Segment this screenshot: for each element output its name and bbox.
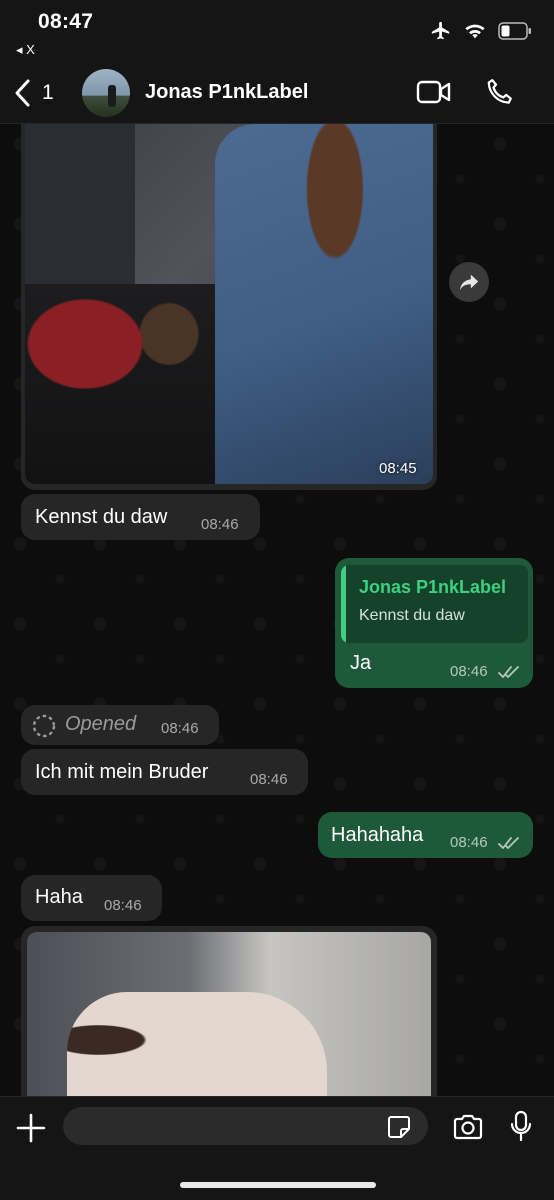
status-icons: [430, 20, 532, 42]
message-time: 08:46: [161, 720, 199, 737]
voice-call-button[interactable]: [484, 77, 514, 112]
message-text: Kennst du daw: [35, 506, 168, 528]
avatar[interactable]: [82, 69, 130, 117]
view-once-label: Opened: [65, 713, 137, 735]
message-text: Ja: [350, 652, 372, 674]
microphone-icon: [510, 1110, 532, 1142]
message-time: 08:45: [379, 460, 417, 477]
airplane-icon: [431, 21, 450, 40]
microphone-button[interactable]: [510, 1110, 532, 1147]
video-call-icon: [416, 80, 451, 104]
forward-button[interactable]: [449, 262, 489, 302]
message-text: Hahahaha: [331, 824, 424, 846]
plus-icon: [16, 1113, 46, 1143]
attach-button[interactable]: [16, 1113, 46, 1148]
quoted-author: Jonas P1nkLabel: [359, 577, 507, 597]
message-time: 08:46: [250, 771, 288, 788]
back-button[interactable]: 1: [14, 78, 54, 108]
chat-header: 1 Jonas P1nkLabel: [0, 64, 554, 124]
home-indicator[interactable]: [180, 1182, 376, 1188]
video-call-button[interactable]: [416, 79, 452, 110]
back-chevron-icon: [15, 79, 30, 107]
message-text: Haha: [35, 886, 83, 908]
message-text: Ich mit mein Bruder: [35, 761, 209, 783]
status-time: 08:47: [38, 10, 94, 33]
camera-button[interactable]: [452, 1113, 484, 1146]
message-time: 08:46: [450, 663, 488, 680]
message-time: 08:46: [201, 516, 239, 533]
battery-icon: [498, 22, 531, 40]
message-time: 08:46: [450, 834, 488, 851]
contact-name[interactable]: Jonas P1nkLabel: [145, 81, 308, 104]
quoted-message[interactable]: Jonas P1nkLabel Kennst du daw: [341, 565, 528, 643]
unread-count: 1: [42, 81, 54, 104]
message-input[interactable]: [63, 1107, 428, 1145]
quote-accent-bar: [341, 565, 346, 643]
sticker-button[interactable]: [386, 1114, 412, 1145]
camera-icon: [453, 1114, 483, 1140]
double-check-icon: [498, 837, 519, 849]
image-message-photo[interactable]: [27, 932, 431, 1096]
forward-icon: [459, 274, 479, 291]
view-once-opened-icon: [32, 714, 56, 738]
sticker-icon: [388, 1116, 410, 1138]
message-time: 08:46: [104, 897, 142, 914]
status-bar: 08:47 ◂ X: [0, 0, 554, 64]
phone-icon: [487, 79, 512, 104]
image-message-photo[interactable]: [25, 124, 433, 484]
double-check-icon: [498, 666, 519, 678]
quoted-text: Kennst du daw: [359, 607, 465, 624]
wifi-icon: [465, 24, 485, 39]
back-to-app-link[interactable]: ◂ X: [16, 42, 35, 58]
